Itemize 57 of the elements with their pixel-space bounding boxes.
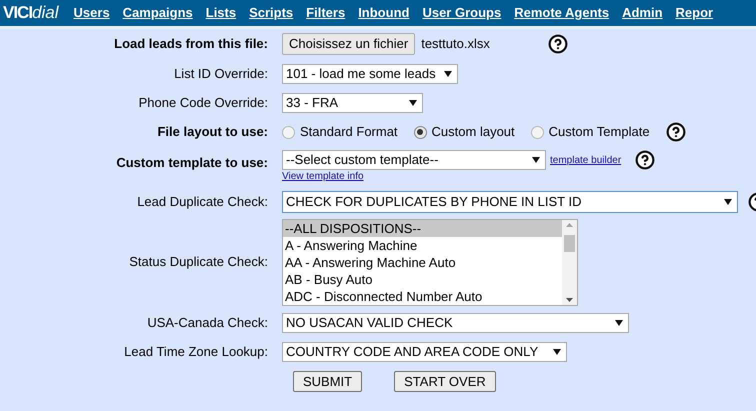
field-label: Load leads from this file: xyxy=(114,36,268,51)
field-label: Status Duplicate Check: xyxy=(129,254,268,269)
scroll-down-icon[interactable] xyxy=(566,298,573,302)
field-label: Lead Time Zone Lookup: xyxy=(124,344,268,358)
status-listbox[interactable]: --ALL DISPOSITIONS-- A - Answering Machine AA - Answering Machine Auto AB - Busy Auto ADC - Disconnected Number Auto xyxy=(282,218,578,306)
dropdown[interactable]: NO USACAN VALID CHECK xyxy=(282,312,629,332)
radio-label[interactable]: Custom Template xyxy=(548,122,650,142)
caret-icon xyxy=(724,198,732,204)
field-label: List ID Override: xyxy=(174,66,268,80)
radio-label[interactable]: Custom layout xyxy=(432,122,515,142)
nav-link[interactable]: Inbound xyxy=(358,3,410,23)
file-name: testtuto.xlsx xyxy=(421,35,490,54)
caret-icon xyxy=(532,157,540,163)
help-icon[interactable] xyxy=(666,122,686,142)
field-label: Lead Duplicate Check: xyxy=(137,194,268,208)
field-label: USA-Canada Check: xyxy=(147,314,268,330)
caret-icon xyxy=(553,348,561,354)
nav-link[interactable]: Repor xyxy=(676,3,714,23)
nav-link[interactable]: Remote Agents xyxy=(514,3,610,23)
form-button[interactable]: SUBMIT xyxy=(293,370,362,392)
logo-text: VICI xyxy=(3,2,32,24)
field-label: File layout to use: xyxy=(157,124,268,139)
nav-link[interactable]: Users xyxy=(74,3,110,23)
scroll-thumb[interactable] xyxy=(564,234,575,252)
listbox-option[interactable]: ADC - Disconnected Number Auto xyxy=(283,288,562,304)
nav-link[interactable]: Lists xyxy=(206,3,236,23)
nav-link[interactable]: Admin xyxy=(622,3,663,23)
caret-icon xyxy=(615,320,623,326)
nav-link[interactable]: Scripts xyxy=(249,3,294,23)
field-label: Custom template to use: xyxy=(116,155,268,170)
dropdown[interactable]: 101 - load me some leads xyxy=(282,64,458,84)
choose-file-button[interactable]: Choisissez un fichier xyxy=(282,33,416,55)
nav-link[interactable]: User Groups xyxy=(422,3,502,23)
nav-link[interactable]: Campaigns xyxy=(122,3,193,23)
logo-text: dial xyxy=(32,2,59,24)
listbox-option[interactable]: A - Answering Machine xyxy=(283,236,562,254)
field-label: Phone Code Override: xyxy=(138,94,268,110)
view-template-info-link[interactable]: View template info xyxy=(282,171,656,183)
dropdown[interactable]: 33 - FRA xyxy=(282,92,423,112)
radio-label[interactable]: Standard Format xyxy=(300,122,398,142)
dropdown[interactable]: COUNTRY CODE AND AREA CODE ONLY xyxy=(282,342,567,362)
form-button[interactable]: START OVER xyxy=(394,370,496,392)
dropdown[interactable]: --Select custom template-- xyxy=(282,150,546,170)
scrollbar[interactable] xyxy=(562,220,577,304)
listbox-option[interactable]: --ALL DISPOSITIONS-- xyxy=(283,220,562,236)
help-icon[interactable] xyxy=(548,34,568,54)
radio-button[interactable] xyxy=(414,126,427,138)
listbox-option[interactable]: AA - Answering Machine Auto xyxy=(283,254,562,270)
caret-icon xyxy=(409,100,417,106)
radio-button[interactable] xyxy=(282,126,295,138)
radio-button[interactable] xyxy=(530,126,544,138)
dropdown[interactable]: CHECK FOR DUPLICATES BY PHONE IN LIST ID xyxy=(282,190,738,212)
caret-icon xyxy=(444,70,452,76)
listbox-option[interactable]: AB - Busy Auto xyxy=(283,270,562,288)
nav-link[interactable]: Filters xyxy=(306,3,346,23)
help-icon[interactable] xyxy=(635,150,656,170)
template-builder-link[interactable]: template builder xyxy=(550,152,622,168)
